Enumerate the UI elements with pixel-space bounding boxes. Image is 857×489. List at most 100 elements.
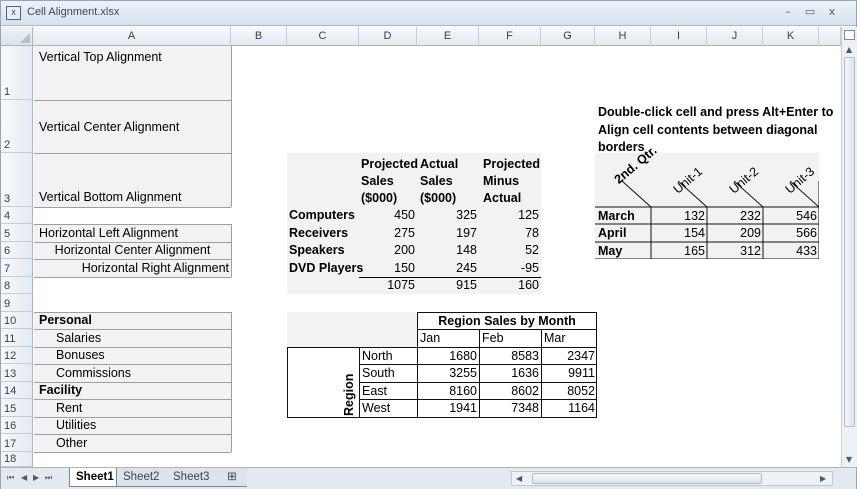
unit-row-label[interactable]: April: [598, 225, 626, 242]
column-header-d[interactable]: D: [359, 27, 417, 46]
cell-a16[interactable]: Utilities: [56, 417, 96, 434]
unit-cell[interactable]: 154: [651, 225, 705, 242]
sales-total[interactable]: 915: [417, 277, 477, 294]
row-header-16[interactable]: 16: [1, 417, 33, 434]
split-box[interactable]: [844, 30, 855, 40]
region-month[interactable]: Mar: [544, 330, 566, 347]
region-cell[interactable]: 8583: [479, 348, 539, 365]
insert-sheet-icon[interactable]: ⊞: [217, 468, 247, 487]
row-header-12[interactable]: 12: [1, 347, 33, 364]
cell-a5[interactable]: Horizontal Left Alignment: [39, 225, 178, 242]
cell-a2[interactable]: Vertical Center Alignment: [39, 119, 179, 136]
column-header-partial[interactable]: [819, 27, 841, 46]
select-all-button[interactable]: [1, 27, 33, 46]
sales-header-d1[interactable]: Projected: [361, 156, 418, 173]
sales-header-f1[interactable]: Projected: [483, 156, 540, 173]
sales-header-e3[interactable]: ($000): [420, 190, 456, 207]
region-row-label[interactable]: North: [362, 348, 393, 365]
unit-cell[interactable]: 209: [707, 225, 761, 242]
unit-row-label[interactable]: May: [598, 243, 622, 260]
sales-cell[interactable]: 197: [417, 225, 477, 242]
sales-cell[interactable]: 125: [479, 207, 539, 224]
region-side-label[interactable]: Region: [341, 374, 358, 416]
sales-cell[interactable]: 325: [417, 207, 477, 224]
row-header-18[interactable]: 18: [1, 452, 33, 467]
cell-a1[interactable]: Vertical Top Alignment: [39, 49, 162, 66]
column-header-a[interactable]: A: [33, 27, 231, 46]
row-header-13[interactable]: 13: [1, 364, 33, 382]
vertical-scroll-thumb[interactable]: [844, 57, 855, 427]
region-month[interactable]: Jan: [420, 330, 440, 347]
region-cell[interactable]: 1164: [541, 400, 595, 417]
cell-a11[interactable]: Salaries: [56, 330, 101, 347]
row-header-7[interactable]: 7: [1, 259, 33, 277]
row-header-3[interactable]: 3: [1, 153, 33, 207]
cell-a17[interactable]: Other: [56, 435, 87, 452]
cell-a14[interactable]: Facility: [39, 382, 82, 399]
cell-a6[interactable]: Horizontal Center Alignment: [34, 242, 231, 259]
sheet-tab-sheet1[interactable]: Sheet1: [69, 468, 117, 487]
region-row-label[interactable]: East: [362, 383, 387, 400]
region-cell[interactable]: 7348: [479, 400, 539, 417]
row-header-9[interactable]: 9: [1, 294, 33, 312]
sheet-tab-sheet3[interactable]: Sheet3: [167, 468, 217, 487]
sales-row-label[interactable]: Receivers: [289, 225, 348, 242]
sales-cell[interactable]: 78: [479, 225, 539, 242]
sales-header-f2[interactable]: Minus: [483, 173, 519, 190]
row-header-5[interactable]: 5: [1, 224, 33, 242]
row-header-15[interactable]: 15: [1, 399, 33, 417]
sales-cell[interactable]: 275: [359, 225, 415, 242]
sales-total[interactable]: 160: [479, 277, 539, 294]
region-cell[interactable]: 8160: [417, 383, 477, 400]
region-cell[interactable]: 2347: [541, 348, 595, 365]
column-header-k[interactable]: K: [763, 27, 819, 46]
row-header-14[interactable]: 14: [1, 382, 33, 399]
unit-cell[interactable]: 232: [707, 208, 761, 225]
sales-row-label[interactable]: Speakers: [289, 242, 345, 259]
region-cell[interactable]: 8602: [479, 383, 539, 400]
minimize-button[interactable]: –: [779, 4, 797, 20]
column-header-f[interactable]: F: [479, 27, 541, 46]
column-header-g[interactable]: G: [541, 27, 595, 46]
sales-cell[interactable]: -95: [479, 260, 539, 277]
cell-a12[interactable]: Bonuses: [56, 347, 105, 364]
row-header-17[interactable]: 17: [1, 434, 33, 452]
sales-cell[interactable]: 52: [479, 242, 539, 259]
column-header-b[interactable]: B: [231, 27, 287, 46]
first-sheet-icon[interactable]: ⏮: [7, 473, 14, 483]
sales-header-d2[interactable]: Sales: [361, 173, 394, 190]
unit-cell[interactable]: 546: [763, 208, 817, 225]
close-button[interactable]: x: [823, 4, 841, 20]
sales-row-label[interactable]: DVD Players: [289, 260, 363, 277]
sales-cell[interactable]: 450: [359, 207, 415, 224]
sales-cell[interactable]: 150: [359, 260, 415, 277]
row-header-10[interactable]: 10: [1, 312, 33, 329]
vertical-scrollbar[interactable]: ▲ ▼: [841, 27, 857, 467]
row-header-6[interactable]: 6: [1, 242, 33, 259]
row-header-8[interactable]: 8: [1, 277, 33, 294]
unit-row-label[interactable]: March: [598, 208, 635, 225]
note-line-1[interactable]: Double-click cell and press Alt+Enter to: [598, 104, 833, 121]
region-row-label[interactable]: West: [362, 400, 390, 417]
next-sheet-icon[interactable]: ▶: [33, 473, 39, 482]
sheet-tab-sheet2[interactable]: Sheet2: [117, 468, 167, 487]
region-table-title[interactable]: Region Sales by Month: [417, 313, 597, 330]
region-row-label[interactable]: South: [362, 365, 395, 382]
region-cell[interactable]: 3255: [417, 365, 477, 382]
cell-a13[interactable]: Commissions: [56, 365, 131, 382]
column-header-h[interactable]: H: [595, 27, 651, 46]
row-header-11[interactable]: 11: [1, 329, 33, 347]
scroll-right-icon[interactable]: ▶: [820, 474, 826, 483]
sales-header-f3[interactable]: Actual: [483, 190, 521, 207]
sales-row-label[interactable]: Computers: [289, 207, 355, 224]
prev-sheet-icon[interactable]: ◀: [21, 473, 27, 482]
sales-header-e1[interactable]: Actual: [420, 156, 458, 173]
sales-header-d3[interactable]: ($000): [361, 190, 397, 207]
column-header-j[interactable]: J: [707, 27, 763, 46]
sales-cell[interactable]: 148: [417, 242, 477, 259]
region-cell[interactable]: 8052: [541, 383, 595, 400]
cell-a10[interactable]: Personal: [39, 312, 92, 329]
row-header-4[interactable]: 4: [1, 207, 33, 224]
sales-cell[interactable]: 200: [359, 242, 415, 259]
note-line-2[interactable]: Align cell contents between diagonal: [598, 122, 817, 139]
